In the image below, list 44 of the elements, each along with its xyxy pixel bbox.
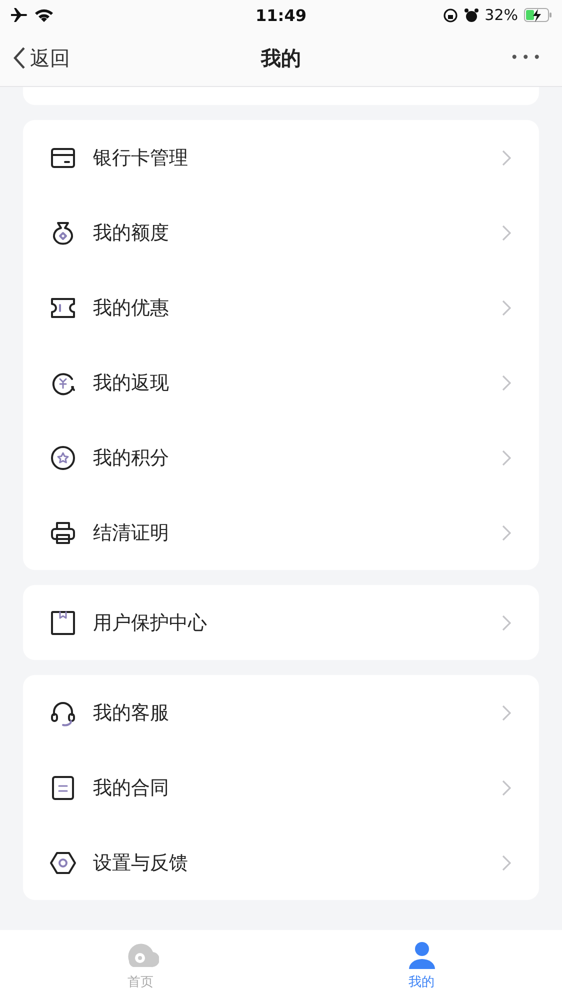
menu-item[interactable]: 我的客服 [23,675,539,750]
menu-item[interactable]: 我的额度 [23,195,539,270]
chevron-icon [502,300,511,316]
rotation-lock-icon [442,8,458,22]
status-time: 11:49 [256,6,306,24]
chevron-icon [502,780,511,796]
menu-item[interactable]: 我的优惠 [23,270,539,345]
page-title: 我的 [260,44,301,72]
menu-label: 我的返现 [93,370,170,396]
chevron-icon [502,374,511,390]
menu-item[interactable]: 银行卡管理 [23,120,539,195]
wifi-icon [34,8,54,22]
menu-item[interactable]: 我的积分 [23,420,539,495]
menu-label: 结清证明 [93,520,170,546]
menu-label: 我的额度 [93,220,170,246]
chevron-icon [502,450,511,466]
menu-label: 设置与反馈 [93,850,189,876]
menu-item[interactable]: 我的返现 [23,345,539,420]
bookmark-icon [49,608,77,636]
menu-label: 我的优惠 [93,296,170,320]
more-button[interactable]: ••• [504,49,550,67]
menu-label: 我的客服 [93,700,170,726]
chevron-icon [502,524,511,540]
chevron-icon [502,614,511,630]
menu-label: 我的合同 [93,776,170,800]
airplane-icon [10,8,28,22]
chevron-icon [502,854,511,870]
menu-label: 银行卡管理 [93,146,189,170]
chevron-icon [502,150,511,166]
chevron-icon [502,224,511,240]
menu-item[interactable]: 用户保护中心 [23,585,539,660]
back-chevron-icon [12,46,26,70]
menu-item[interactable]: 结清证明 [23,495,539,570]
menu-item[interactable]: 我的合同 [23,750,539,825]
battery-icon [524,8,552,22]
alarm-icon [464,8,479,22]
battery-percent: 32% [484,6,518,24]
document-icon [49,774,77,802]
back-button[interactable]: 返回 [12,44,70,72]
chevron-icon [502,704,511,720]
menu-label: 我的积分 [93,446,170,470]
tab[interactable]: 我的 [281,930,562,1000]
menu-item[interactable]: 设置与反馈 [23,825,539,900]
menu-label: 用户保护中心 [93,610,208,636]
